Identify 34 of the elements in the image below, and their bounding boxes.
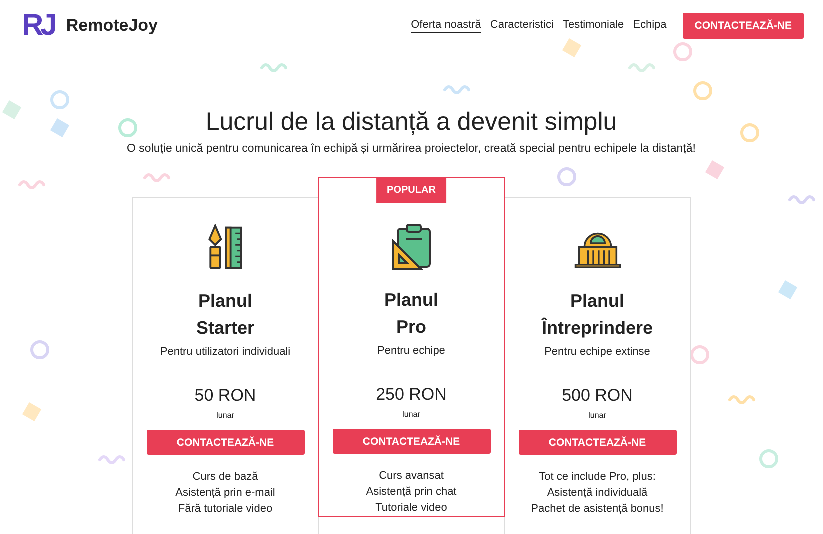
plan-feature: Curs de bază — [192, 470, 258, 485]
plan-price: 500 RON — [562, 386, 633, 406]
nav-link[interactable]: Echipa — [633, 19, 667, 33]
plan-price: 250 RON — [376, 385, 447, 405]
plan-feature: Asistență individuală — [547, 486, 648, 501]
plan-feature: Tot ce include Pro, plus: — [539, 470, 656, 485]
plan-audience: Pentru utilizatori individuali — [160, 346, 291, 358]
popular-badge: POPULAR — [376, 178, 447, 203]
brand-name: RemoteJoy — [66, 16, 158, 36]
nav-link[interactable]: Caracteristici — [490, 19, 554, 33]
plan-feature: Asistență prin chat — [366, 485, 457, 500]
plan-feature: Curs avansat — [379, 469, 444, 484]
billing-period: lunar — [402, 410, 420, 419]
plan-feature: Asistență prin e-mail — [176, 486, 276, 501]
contact-button[interactable]: CONTACTEAZĂ-NE — [518, 430, 676, 455]
billing-period: lunar — [216, 411, 234, 420]
contact-button[interactable]: CONTACTEAZĂ-NE — [682, 13, 804, 39]
hero-title: Lucrul de la distanță a devenit simplu — [204, 108, 618, 137]
contact-button[interactable]: CONTACTEAZĂ-NE — [146, 430, 304, 455]
logo[interactable]: RJ — [22, 11, 54, 41]
plan-audience: Pentru echipe — [378, 345, 446, 357]
plan-feature: Tutoriale video — [376, 501, 448, 516]
hero-subtitle: O soluție unică pentru comunicarea în echipă și urmărirea proiectelor, creată special pentru echipele la distanță! — [126, 143, 697, 155]
plan-feature: Pachet de asistență bonus! — [531, 502, 664, 517]
billing-period: lunar — [588, 411, 606, 420]
plan-feature: Fără tutoriale video — [178, 502, 273, 517]
plan-title: Planul Pro — [384, 289, 438, 339]
contact-button[interactable]: CONTACTEAZĂ-NE — [332, 429, 490, 454]
plan-price: 50 RON — [194, 386, 256, 406]
plan-title: Planul Întreprindere — [542, 290, 654, 340]
plan-title: Planul Starter — [196, 290, 255, 340]
nav-link[interactable]: Oferta noastră — [411, 19, 482, 33]
plan-audience: Pentru echipe extinse — [544, 346, 650, 358]
nav-link[interactable]: Testimoniale — [563, 19, 624, 33]
